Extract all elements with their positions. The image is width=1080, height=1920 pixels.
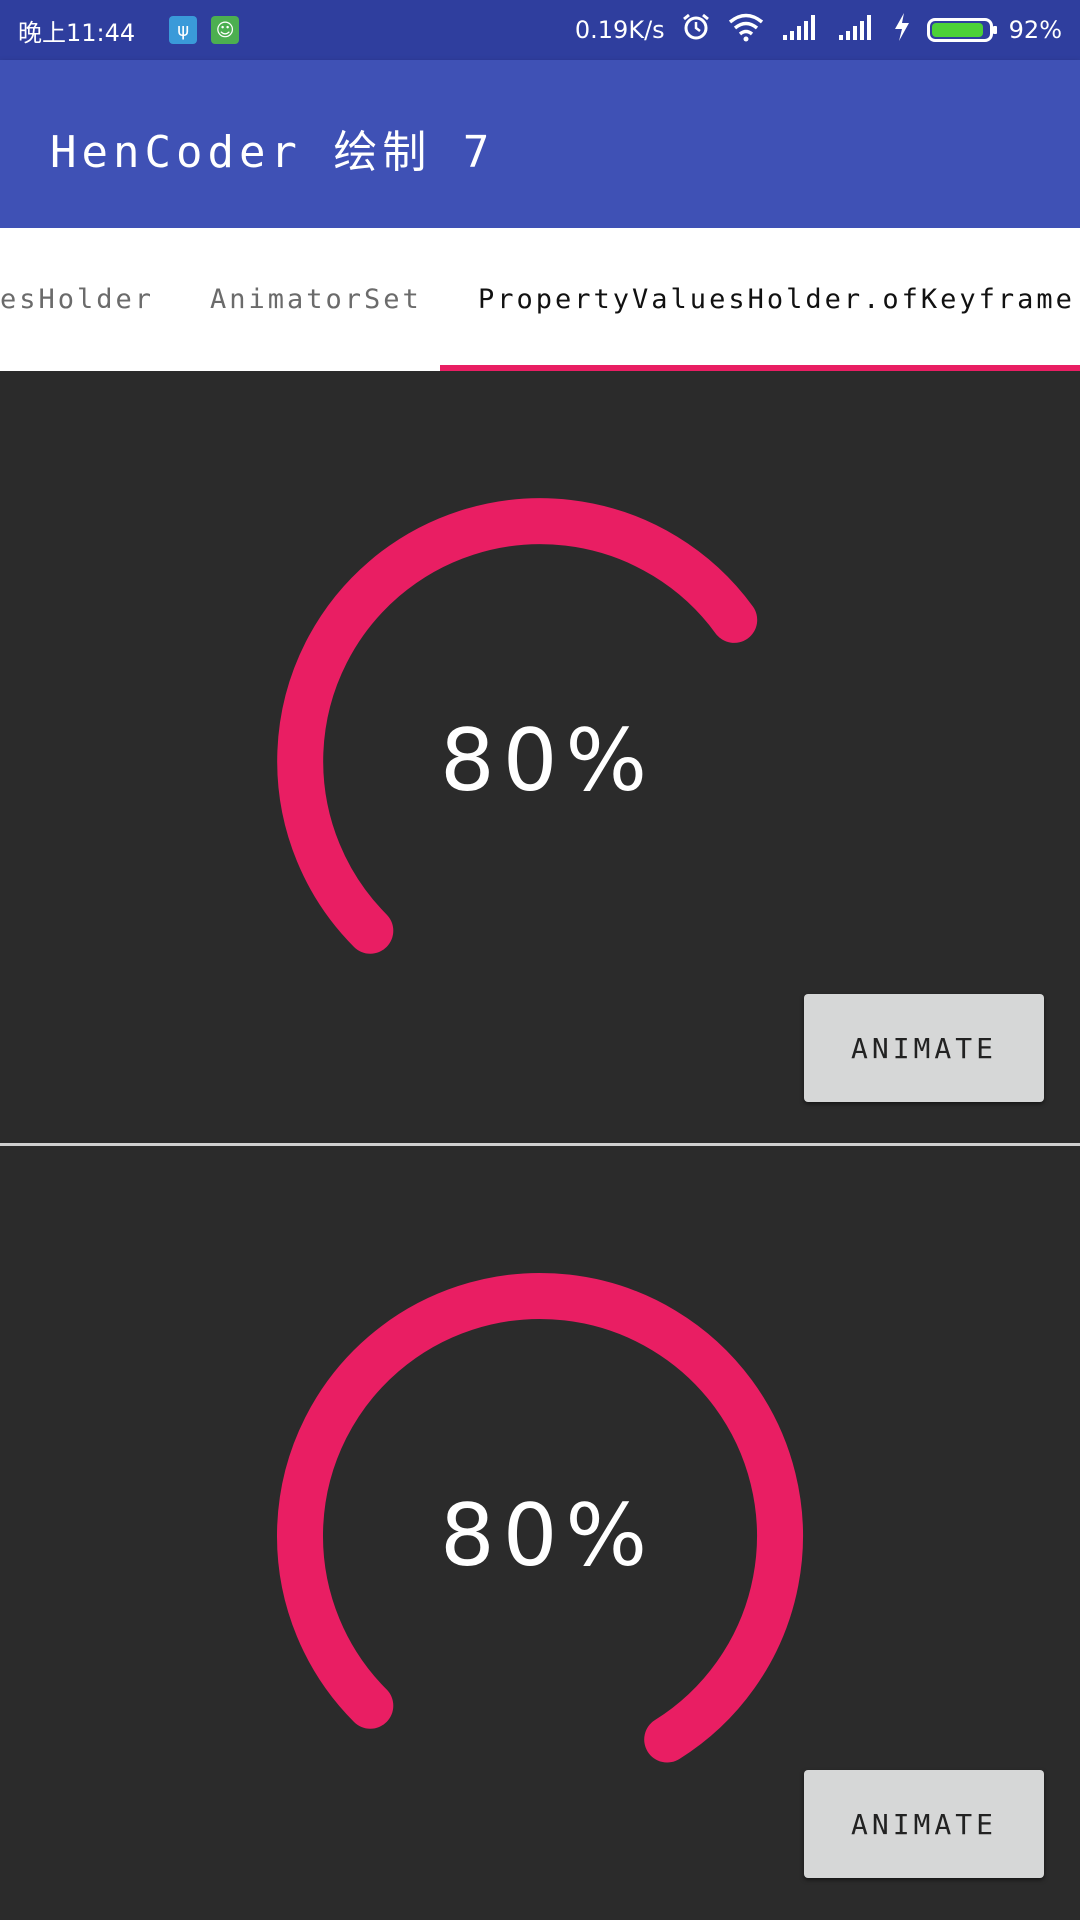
- tab-label: AnimatorSet: [210, 284, 422, 315]
- tab-label: esHolder: [0, 284, 155, 315]
- progress-text: 80%: [440, 711, 656, 811]
- animate-button[interactable]: ANIMATE: [804, 1770, 1044, 1878]
- tab-label: PropertyValuesHolder.ofKeyframe(): [478, 284, 1080, 315]
- app-bar: HenCoder 绘制 7: [0, 60, 1080, 228]
- usb-icon: ψ: [169, 16, 198, 44]
- animate-button[interactable]: ANIMATE: [804, 994, 1044, 1102]
- alarm-icon: [681, 12, 711, 48]
- tab-animatorset[interactable]: AnimatorSet: [210, 228, 422, 371]
- progress-panel-2: 80% ANIMATE: [0, 1146, 1080, 1920]
- status-bar-left: 晚上11:44 ψ ☺: [18, 13, 240, 48]
- status-time: 晚上11:44: [18, 18, 136, 47]
- charging-icon: [893, 12, 911, 48]
- battery-icon: [926, 18, 997, 42]
- tab-propertyvaluesholder-ofkeyframe[interactable]: PropertyValuesHolder.ofKeyframe(): [478, 228, 1080, 371]
- signal-icon: [781, 13, 821, 47]
- net-speed: 0.19K/s: [574, 16, 665, 44]
- tab-bar[interactable]: esHolder AnimatorSet PropertyValuesHolde…: [0, 228, 1080, 371]
- signal-icon: [837, 13, 877, 47]
- battery-level: [931, 23, 984, 37]
- tab-propertyvaluesholder[interactable]: esHolder: [0, 228, 154, 371]
- wifi-icon: [727, 12, 765, 48]
- android-icon: ☺: [211, 16, 240, 44]
- status-bar-right: 0.19K/s 92%: [575, 12, 1062, 48]
- battery-percent: 92%: [1008, 16, 1062, 44]
- app-title: HenCoder 绘制 7: [50, 127, 495, 178]
- progress-text: 80%: [440, 1486, 656, 1586]
- status-bar: 晚上11:44 ψ ☺ 0.19K/s 92%: [0, 0, 1080, 60]
- progress-panel-1: 80% ANIMATE: [0, 371, 1080, 1143]
